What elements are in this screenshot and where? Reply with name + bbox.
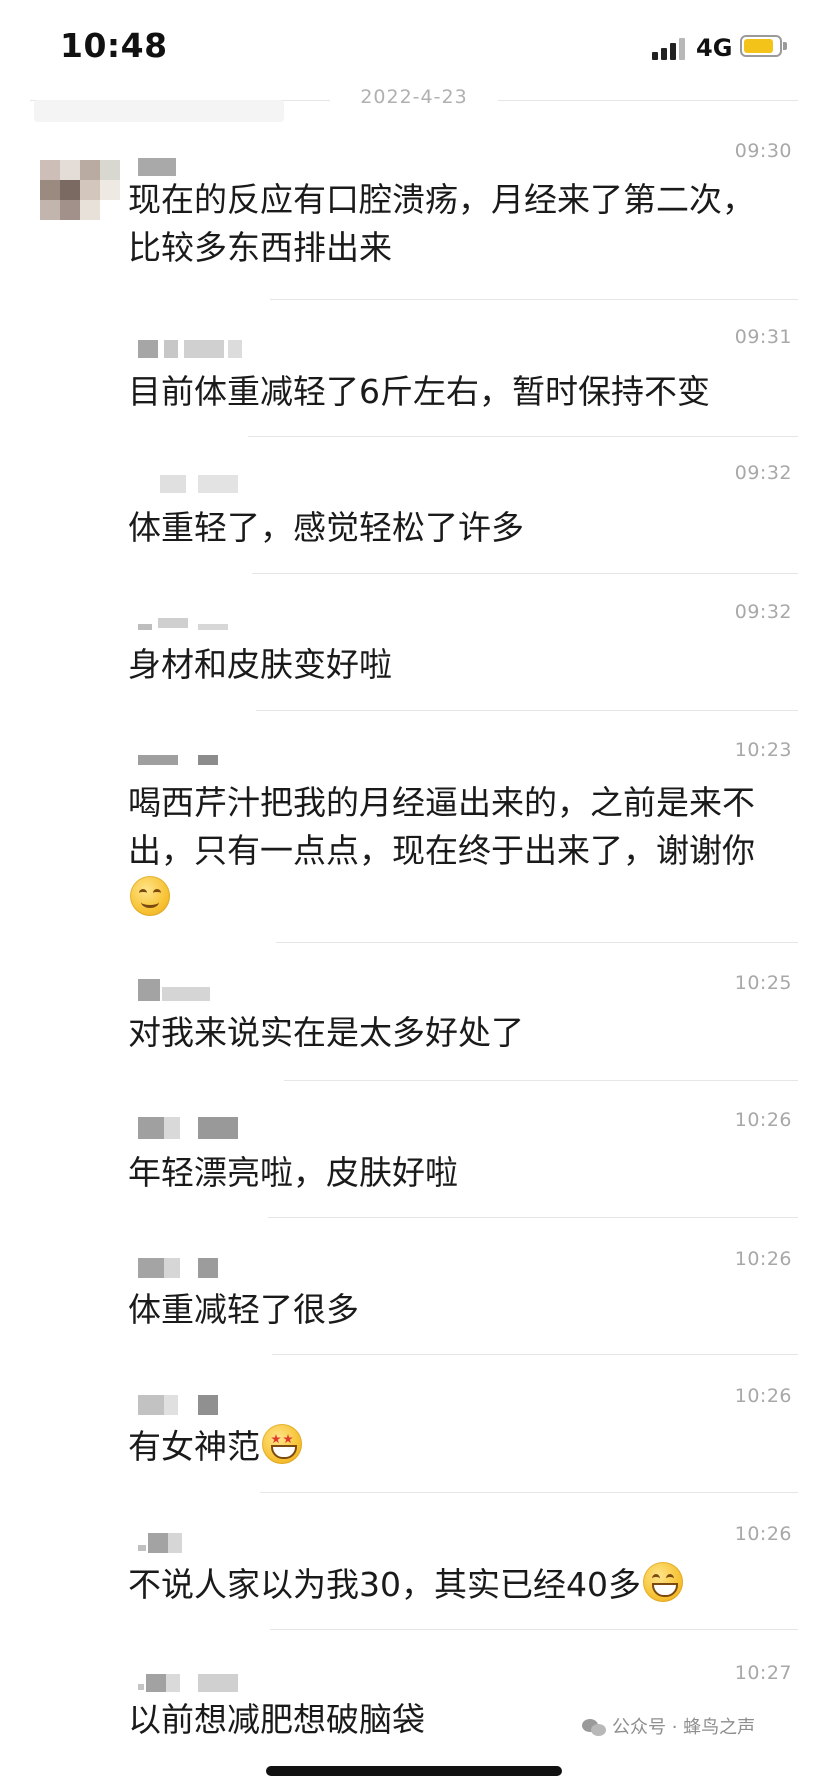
message-time: 10:26 — [734, 1523, 792, 1545]
message-text: 现在的反应有口腔溃疡，月经来了第二次，比较多东西排出来 — [128, 180, 755, 267]
battery-tip — [783, 42, 787, 50]
network-type: 4G — [696, 34, 733, 62]
message-text: 喝西芹汁把我的月经逼出来的，之前是来不出，只有一点点，现在终于出来了，谢谢你 — [128, 779, 778, 923]
list-item[interactable]: 09:30 现在的反应有口腔溃疡，月经来了第二次，比较多东西排出来 — [0, 130, 828, 300]
grinning-face-icon — [642, 1562, 683, 1602]
message-time: 09:32 — [734, 462, 792, 484]
message-body: 不说人家以为我30，其实已经40多 — [128, 1565, 641, 1604]
star-struck-icon — [262, 1424, 302, 1464]
message-time: 09:31 — [734, 326, 792, 348]
signal-icon — [652, 38, 688, 60]
list-item[interactable]: 10:23 喝西芹汁把我的月经逼出来的，之前是来不出，只有一点点，现在终于出来了… — [0, 711, 828, 943]
blurred-region — [34, 100, 284, 122]
list-item[interactable]: 10:25 对我来说实在是太多好处了 — [0, 943, 828, 1081]
list-item[interactable]: 09:32 体重轻了，感觉轻松了许多 — [0, 437, 828, 574]
watermark: 公众号 · 蜂鸟之声 — [582, 1713, 755, 1741]
message-time: 10:23 — [734, 739, 792, 761]
message-text: 目前体重减轻了6斤左右，暂时保持不变 — [128, 372, 710, 411]
message-text: 体重减轻了很多 — [128, 1290, 359, 1329]
message-time: 09:32 — [734, 601, 792, 623]
date-line-right — [498, 100, 798, 101]
list-item[interactable]: 10:26 体重减轻了很多 — [0, 1218, 828, 1355]
message-body: 有女神范 — [128, 1427, 260, 1466]
message-text: 有女神范 — [128, 1423, 778, 1471]
message-time: 10:26 — [734, 1385, 792, 1407]
watermark-text: 公众号 · 蜂鸟之声 — [612, 1717, 756, 1738]
message-text: 对我来说实在是太多好处了 — [128, 1013, 524, 1052]
list-item[interactable]: 09:32 身材和皮肤变好啦 — [0, 574, 828, 711]
list-item[interactable]: 10:26 年轻漂亮啦，皮肤好啦 — [0, 1081, 828, 1218]
battery-icon — [740, 35, 782, 57]
list-item[interactable]: 09:31 目前体重减轻了6斤左右，暂时保持不变 — [0, 300, 828, 437]
list-item[interactable]: 10:26 有女神范 — [0, 1355, 828, 1493]
status-time: 10:48 — [60, 26, 168, 65]
message-body: 喝西芹汁把我的月经逼出来的，之前是来不出，只有一点点，现在终于出来了，谢谢你 — [128, 783, 755, 870]
message-time: 10:26 — [734, 1248, 792, 1270]
message-text: 年轻漂亮啦，皮肤好啦 — [128, 1153, 458, 1192]
avatar[interactable] — [40, 160, 120, 220]
message-text: 身材和皮肤变好啦 — [128, 645, 392, 684]
battery-level — [744, 39, 773, 53]
message-time: 10:25 — [734, 972, 792, 994]
list-item[interactable]: 10:26 不说人家以为我30，其实已经40多 — [0, 1493, 828, 1630]
wechat-icon — [582, 1717, 608, 1737]
message-text: 不说人家以为我30，其实已经40多 — [128, 1561, 778, 1609]
message-time: 09:30 — [734, 140, 792, 162]
message-text: 体重轻了，感觉轻松了许多 — [128, 508, 524, 547]
smiling-face-icon — [130, 876, 170, 916]
message-time: 10:26 — [734, 1109, 792, 1131]
home-indicator[interactable] — [266, 1766, 562, 1776]
message-time: 10:27 — [734, 1662, 792, 1684]
